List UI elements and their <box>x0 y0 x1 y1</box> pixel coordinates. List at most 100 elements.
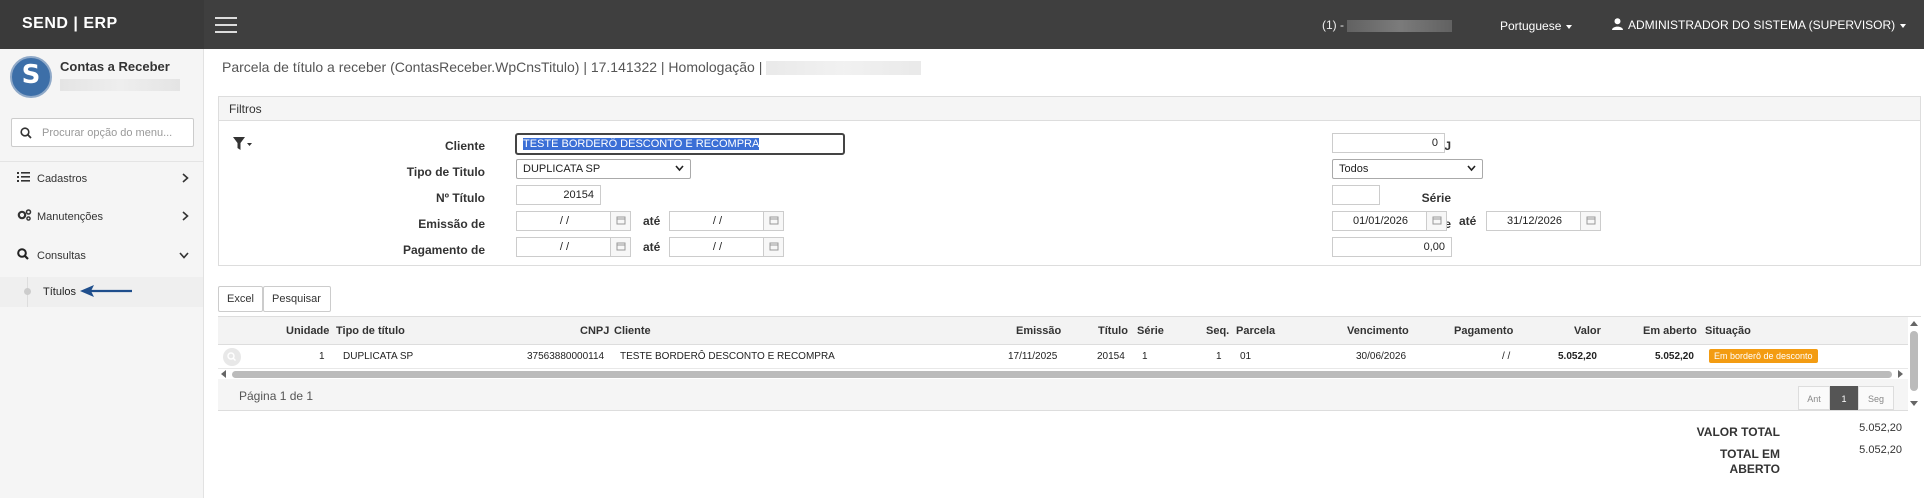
pesquisar-button[interactable]: Pesquisar <box>263 286 331 312</box>
user-menu[interactable]: ADMINISTRADOR DO SISTEMA (SUPERVISOR) <box>1612 18 1907 32</box>
sidebar-subitem-label: Títulos <box>43 286 77 298</box>
col-pagamento[interactable]: Pagamento <box>1454 325 1513 337</box>
pagamento-de-date[interactable]: / / <box>516 237 631 257</box>
calendar-icon[interactable] <box>1580 212 1600 230</box>
cell-unidade: 1 <box>319 351 325 362</box>
sidebar-item-consultas[interactable]: Consultas <box>0 238 203 272</box>
valor-parcela-field[interactable]: 0,00 <box>1332 237 1452 257</box>
cnpj-value: 0 <box>1431 137 1438 149</box>
col-tipo-titulo[interactable]: Tipo de título <box>336 325 405 337</box>
scroll-right-icon[interactable] <box>1896 370 1904 378</box>
page-1-button[interactable]: 1 <box>1830 386 1858 410</box>
filters-panel: Filtros Cliente TESTE BORDERÔ DESCONTO E… <box>218 96 1921 266</box>
col-cnpj[interactable]: CNPJ <box>580 325 609 337</box>
calendar-icon[interactable] <box>763 212 783 230</box>
total-aberto-label-line1: TOTAL EM <box>1720 447 1780 461</box>
tipo-titulo-select[interactable]: DUPLICATA SP <box>516 159 691 179</box>
cell-parcela: 01 <box>1240 351 1252 362</box>
horizontal-scroll-thumb[interactable] <box>232 371 1892 378</box>
user-icon <box>1612 18 1623 30</box>
cell-valor: 5.052,20 <box>1558 351 1597 362</box>
vencimento-de-date[interactable]: 01/01/2026 <box>1332 211 1447 231</box>
calendar-icon[interactable] <box>1426 212 1446 230</box>
situacao-select[interactable]: Todos <box>1332 159 1483 179</box>
cell-titulo: 20154 <box>1097 351 1125 362</box>
company-selector[interactable]: (1) - <box>1322 18 1453 32</box>
col-situacao[interactable]: Situação <box>1705 325 1751 337</box>
col-unidade[interactable]: Unidade <box>286 325 329 337</box>
col-em-aberto[interactable]: Em aberto <box>1643 325 1697 337</box>
breadcrumb-text: Parcela de título a receber (ContasReceb… <box>222 59 763 75</box>
environment-name-redacted <box>766 61 922 76</box>
scroll-up-icon[interactable] <box>1910 320 1918 328</box>
pagination-bar: Página 1 de 1 Ant 1 Seg <box>218 379 1908 411</box>
emissao-de-date[interactable]: / / <box>516 211 631 231</box>
total-aberto-value: 5.052,20 <box>1859 444 1902 456</box>
prev-page-button[interactable]: Ant <box>1798 386 1830 410</box>
list-icon <box>17 172 30 182</box>
menu-search-input[interactable] <box>42 124 187 142</box>
next-page-button[interactable]: Seg <box>1858 386 1894 410</box>
cell-vencimento: 30/06/2026 <box>1356 351 1407 362</box>
grid-header: Unidade Tipo de título CNPJ Cliente Emis… <box>218 317 1908 345</box>
page-info: Página 1 de 1 <box>239 389 314 403</box>
gears-icon <box>17 209 32 221</box>
pagamento-ate-label: até <box>643 240 661 254</box>
col-vencimento[interactable]: Vencimento <box>1347 325 1409 337</box>
excel-button[interactable]: Excel <box>218 286 263 312</box>
cell-pagamento: / / <box>1502 351 1511 362</box>
col-cliente[interactable]: Cliente <box>614 325 651 337</box>
cell-em-aberto: 5.052,20 <box>1655 351 1694 362</box>
brand-area: SEND | ERP <box>0 0 204 49</box>
cnpj-field[interactable]: 0 <box>1332 133 1445 153</box>
cliente-value-selected: TESTE BORDERÔ DESCONTO E RECOMPRA <box>523 138 760 150</box>
scroll-down-icon[interactable] <box>1910 399 1918 407</box>
cell-tipo-titulo: DUPLICATA SP <box>343 351 414 362</box>
pagamento-de-value: / / <box>559 241 570 253</box>
vertical-scroll-thumb[interactable] <box>1910 331 1918 391</box>
search-icon <box>20 127 32 139</box>
col-parcela[interactable]: Parcela <box>1236 325 1275 337</box>
pagamento-ate-date[interactable]: / / <box>669 237 784 257</box>
sidebar-item-label: Consultas <box>37 250 86 262</box>
menu-search-box[interactable] <box>11 118 194 147</box>
chevron-right-icon <box>182 211 189 221</box>
horizontal-scrollbar[interactable] <box>218 369 1908 379</box>
bullet-icon <box>24 288 31 295</box>
cell-cliente: TESTE BORDERÔ DESCONTO E RECOMPRA <box>620 351 835 362</box>
sidebar: S Contas a Receber Cadastros Manutenções <box>0 49 204 498</box>
caret-down-icon <box>1900 23 1907 28</box>
vencimento-ate-value: 31/12/2026 <box>1506 215 1563 227</box>
numero-titulo-field[interactable]: 20154 <box>516 185 601 205</box>
page-breadcrumb: Parcela de título a receber (ContasReceb… <box>222 59 922 76</box>
calendar-icon[interactable] <box>610 212 630 230</box>
calendar-icon[interactable] <box>763 238 783 256</box>
language-dropdown[interactable]: Portuguese <box>1500 19 1573 33</box>
col-emissao[interactable]: Emissão <box>1016 325 1061 337</box>
col-serie[interactable]: Série <box>1137 325 1164 337</box>
sidebar-item-manutencoes[interactable]: Manutenções <box>0 199 203 233</box>
numero-titulo-value: 20154 <box>563 189 594 201</box>
col-valor[interactable]: Valor <box>1574 325 1601 337</box>
serie-field[interactable] <box>1332 185 1380 205</box>
cliente-field[interactable]: TESTE BORDERÔ DESCONTO E RECOMPRA <box>515 133 845 155</box>
scroll-left-icon[interactable] <box>220 370 228 378</box>
sidebar-item-label: Cadastros <box>37 173 88 185</box>
emissao-ate-value: / / <box>712 215 723 227</box>
language-label: Portuguese <box>1500 19 1562 33</box>
cell-cnpj: 37563880000114 <box>527 351 605 362</box>
table-row[interactable]: 1 DUPLICATA SP 37563880000114 TESTE BORD… <box>218 345 1908 369</box>
annotation-arrow-icon <box>80 285 132 297</box>
row-detail-button[interactable] <box>223 348 241 366</box>
filter-icon[interactable] <box>233 137 253 151</box>
calendar-icon[interactable] <box>610 238 630 256</box>
col-titulo[interactable]: Título <box>1098 325 1128 337</box>
emissao-ate-date[interactable]: / / <box>669 211 784 231</box>
search-icon <box>227 352 236 361</box>
vertical-scrollbar[interactable] <box>1908 317 1920 412</box>
sidebar-item-cadastros[interactable]: Cadastros <box>0 161 203 195</box>
hamburger-menu-icon[interactable] <box>215 17 237 33</box>
col-seq[interactable]: Seq. <box>1206 325 1229 337</box>
vencimento-ate-date[interactable]: 31/12/2026 <box>1486 211 1601 231</box>
sidebar-item-label: Manutenções <box>37 211 104 223</box>
